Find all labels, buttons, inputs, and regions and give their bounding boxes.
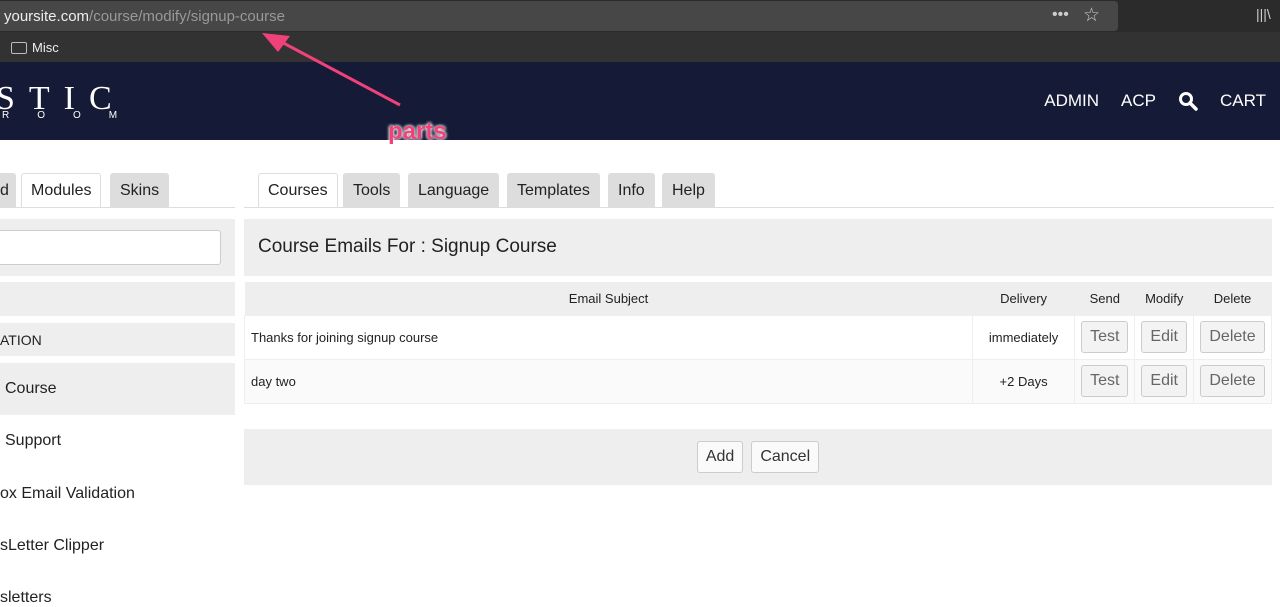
- table-row: day two +2 Days Test Edit Delete: [243, 358, 1272, 404]
- sidebar-item-newsletter-clipper[interactable]: sLetter Clipper: [0, 537, 104, 555]
- sidebar-item-course[interactable]: Course: [5, 380, 57, 398]
- tab-help[interactable]: Help: [662, 173, 715, 208]
- bookmark-misc[interactable]: Misc: [11, 40, 59, 55]
- tab-modules[interactable]: Modules: [21, 173, 102, 208]
- tab-courses[interactable]: Courses: [258, 173, 338, 208]
- page-title: Course Emails For : Signup Course: [258, 236, 557, 257]
- col-delete: Delete: [1193, 282, 1272, 315]
- address-bar[interactable]: yoursite.com/course/modify/signup-course…: [0, 1, 1118, 31]
- delete-button[interactable]: Delete: [1200, 321, 1265, 353]
- url-domain: yoursite.com: [4, 8, 90, 25]
- bookmark-label: Misc: [32, 40, 59, 55]
- sidebar-item-newsletters[interactable]: sletters: [0, 589, 52, 607]
- bookmarks-bar: Misc: [0, 32, 1280, 62]
- tab-left-d[interactable]: d: [0, 173, 16, 208]
- tab-divider: [244, 207, 1274, 208]
- cancel-button[interactable]: Cancel: [751, 441, 820, 473]
- sidebar-search-input[interactable]: [0, 230, 221, 265]
- site-header: STIC ROOM ADMIN ACP CART: [0, 62, 1280, 140]
- more-icon[interactable]: •••: [1052, 6, 1069, 24]
- col-delivery: Delivery: [972, 282, 1075, 315]
- browser-toolbar: yoursite.com/course/modify/signup-course…: [0, 0, 1280, 32]
- nav-cart[interactable]: CART: [1220, 91, 1266, 111]
- tab-divider: [0, 207, 235, 208]
- add-button[interactable]: Add: [696, 441, 744, 473]
- test-button[interactable]: Test: [1081, 365, 1129, 397]
- edit-button[interactable]: Edit: [1141, 365, 1187, 397]
- emails-table: Email Subject Delivery Send Modify Delet…: [243, 282, 1272, 404]
- annotation-arrow: [262, 33, 401, 107]
- delete-button[interactable]: Delete: [1200, 365, 1265, 397]
- test-button[interactable]: Test: [1081, 321, 1129, 353]
- library-icon[interactable]: |||\: [1256, 6, 1271, 22]
- form-actions: Add Cancel: [244, 429, 1272, 485]
- sidebar-item-email-validation[interactable]: ox Email Validation: [0, 485, 135, 503]
- email-delivery: +2 Days: [972, 358, 1076, 404]
- tab-tools[interactable]: Tools: [343, 173, 401, 208]
- search-icon[interactable]: [1178, 91, 1198, 111]
- table-header: Email Subject Delivery Send Modify Delet…: [244, 282, 1272, 315]
- col-modify: Modify: [1134, 282, 1194, 315]
- sidebar-section-label: ATION: [0, 332, 42, 348]
- edit-button[interactable]: Edit: [1141, 321, 1187, 353]
- folder-icon: [11, 41, 27, 54]
- logo-subtitle: ROOM: [2, 110, 146, 121]
- nav-admin[interactable]: ADMIN: [1044, 91, 1099, 111]
- sidebar-blank-row: [0, 282, 235, 316]
- annotation-label: parts: [388, 118, 447, 145]
- col-subject: Email Subject: [244, 282, 973, 315]
- bookmark-star-icon[interactable]: ☆: [1083, 4, 1100, 27]
- nav-acp[interactable]: ACP: [1121, 91, 1156, 111]
- url-path: /course/modify/signup-course: [89, 8, 285, 25]
- email-subject: Thanks for joining signup course: [243, 314, 974, 360]
- tab-templates[interactable]: Templates: [507, 173, 600, 208]
- email-delivery: immediately: [972, 314, 1076, 360]
- tab-info[interactable]: Info: [608, 173, 655, 208]
- tab-skins[interactable]: Skins: [110, 173, 170, 208]
- col-send: Send: [1074, 282, 1135, 315]
- sidebar-item-support[interactable]: Support: [5, 432, 61, 450]
- table-row: Thanks for joining signup course immedia…: [243, 314, 1272, 360]
- tab-language[interactable]: Language: [408, 173, 500, 208]
- email-subject: day two: [243, 358, 974, 404]
